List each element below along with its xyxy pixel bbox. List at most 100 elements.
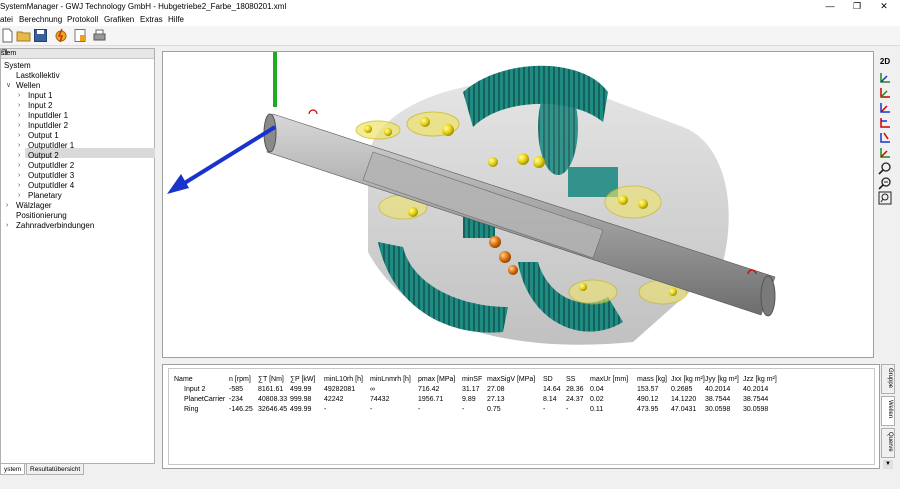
table-cell: Ring	[184, 405, 199, 413]
column-header[interactable]: pmax [MPa]	[418, 374, 462, 384]
tree-expander-icon[interactable]: ›	[18, 191, 20, 201]
tree-expander-icon[interactable]: ›	[18, 151, 20, 161]
zoom-out-icon[interactable]	[878, 176, 892, 190]
bearing-4	[604, 185, 662, 219]
column-header[interactable]: Name	[174, 374, 229, 384]
save-icon[interactable]	[33, 28, 48, 43]
column-header[interactable]: minLnmrh [h]	[370, 374, 418, 384]
title-bar: SystemManager - GWJ Technology GmbH - Hu…	[0, 0, 900, 14]
tree-item[interactable]: OutputIdler 4	[28, 181, 74, 191]
system-tree-panel: stem ❐ System Lastkollektiv ∨ Wellen › Input …	[0, 48, 155, 464]
table-cell: 499.99	[290, 405, 312, 413]
column-header[interactable]: SS	[566, 374, 590, 384]
table-cell: 716.42	[418, 385, 440, 393]
side-tabs-scroll-down-icon[interactable]: ▼	[883, 460, 893, 469]
side-tab-gruppe[interactable]: Gruppe	[881, 364, 895, 394]
table-row[interactable]: PlanetCarrier -234 40808.33 999.98 42242 7443…	[174, 394, 781, 404]
minimize-button[interactable]: —	[815, 0, 845, 14]
column-header[interactable]: minSF	[462, 374, 487, 384]
column-header[interactable]: SD	[543, 374, 566, 384]
menu-grafiken[interactable]: Grafiken	[104, 15, 134, 24]
tree-expander-icon[interactable]: ›	[18, 101, 20, 111]
table-row[interactable]: Input 2 -585 8161.61 499.99 49282081 ∞ 716.42 3…	[174, 384, 781, 394]
maximize-button[interactable]: ❐	[842, 0, 872, 14]
tree-item[interactable]: Output 2	[28, 151, 59, 161]
view-iso-icon[interactable]	[878, 130, 892, 144]
open-folder-icon[interactable]	[16, 28, 31, 43]
tree-expander-icon[interactable]: ›	[18, 141, 20, 151]
toolbar	[0, 26, 900, 46]
tree-item[interactable]: OutputIdler 1	[28, 141, 74, 151]
side-tab-querve[interactable]: Querve	[881, 428, 895, 458]
tree-item[interactable]: Wälzlager	[16, 201, 52, 211]
calculate-icon[interactable]	[54, 28, 69, 43]
column-header[interactable]: Jzz [kg m²]	[743, 374, 781, 384]
tree-item[interactable]: InputIdler 2	[28, 121, 68, 131]
view-2d-button[interactable]: 2D	[878, 55, 892, 69]
table-cell: 38.7544	[743, 395, 769, 403]
menu-protokoll[interactable]: Protokoll	[67, 15, 98, 24]
zoom-icon[interactable]	[878, 161, 892, 175]
menu-extras[interactable]: Extras	[140, 15, 163, 24]
tree-expander-icon[interactable]: ∨	[6, 81, 11, 91]
table-cell: -	[324, 405, 327, 413]
3d-viewport[interactable]	[162, 51, 874, 358]
tree-expander-icon[interactable]: ›	[18, 161, 20, 171]
tree-item[interactable]: System	[4, 61, 31, 71]
tree-item[interactable]: Wellen	[16, 81, 40, 91]
column-header[interactable]: mass [kg]	[637, 374, 671, 384]
report-icon[interactable]	[73, 28, 88, 43]
view-front-icon[interactable]	[878, 70, 892, 84]
view-back-icon[interactable]	[878, 115, 892, 129]
view-top-icon[interactable]	[878, 100, 892, 114]
column-header[interactable]: n [rpm]	[229, 374, 258, 384]
tree-expander-icon[interactable]: ›	[18, 131, 20, 141]
tree-item[interactable]: Input 2	[28, 101, 52, 111]
tree-item[interactable]: InputIdler 1	[28, 111, 68, 121]
view-bottom-icon[interactable]	[878, 145, 892, 159]
tree-item[interactable]: Input 1	[28, 91, 52, 101]
column-header[interactable]: maxSigV [MPa]	[487, 374, 543, 384]
tab-system[interactable]: ystem	[0, 464, 26, 475]
tree-expander-icon[interactable]: ›	[18, 171, 20, 181]
table-cell: 31.17	[462, 385, 480, 393]
tree-expander-icon[interactable]: ›	[6, 221, 8, 231]
menu-berechnung[interactable]: Berechnung	[19, 15, 62, 24]
zoom-fit-icon[interactable]	[878, 191, 892, 205]
tree-expander-icon[interactable]: ›	[6, 201, 8, 211]
tree-item[interactable]: Output 1	[28, 131, 59, 141]
column-header[interactable]: ∑P [kW]	[290, 374, 324, 384]
tree-expander-icon[interactable]: ›	[18, 91, 20, 101]
float-panel-icon[interactable]: ❐	[1, 49, 151, 57]
side-tab-wellen[interactable]: Wellen	[881, 396, 895, 426]
tree-expander-icon[interactable]: ›	[18, 181, 20, 191]
tree-item[interactable]: Planetary	[28, 191, 62, 201]
tree-item[interactable]: Zahnradverbindungen	[16, 221, 94, 231]
tab-resultatuebersicht[interactable]: Resultatübersicht	[26, 464, 85, 475]
tree-item[interactable]: OutputIdler 2	[28, 161, 74, 171]
new-file-icon[interactable]	[0, 28, 15, 43]
tree-expander-icon[interactable]: ›	[18, 111, 20, 121]
table-cell: -	[370, 405, 373, 413]
column-header[interactable]: maxUr [mm]	[590, 374, 637, 384]
table-cell: 40.2014	[743, 385, 769, 393]
bearing-5	[568, 279, 618, 305]
view-side-icon[interactable]	[878, 85, 892, 99]
print-icon[interactable]	[92, 28, 107, 43]
table-cell: -234	[229, 395, 244, 403]
table-row[interactable]: Ring -146.25 32646.45 499.99 - - - - 0.75 - - 0.11 4…	[174, 404, 781, 414]
table-cell: 0.11	[590, 405, 604, 413]
tree-item[interactable]: OutputIdler 3	[28, 171, 74, 181]
column-header[interactable]: Jxx [kg m²]	[671, 374, 705, 384]
tree-expander-icon[interactable]: ›	[18, 121, 20, 131]
menu-bar: atei Berechnung Protokoll Grafiken Extra…	[0, 14, 900, 26]
column-header[interactable]: Jyy [kg m²]	[705, 374, 743, 384]
column-header[interactable]: ∑T [Nm]	[258, 374, 290, 384]
menu-hilfe[interactable]: Hilfe	[168, 15, 184, 24]
tree-item[interactable]: Positionierung	[16, 211, 67, 221]
table-cell: 1956.71	[418, 395, 444, 403]
tree-item[interactable]: Lastkollektiv	[16, 71, 60, 81]
column-header[interactable]: minL10rh [h]	[324, 374, 370, 384]
menu-datei[interactable]: atei	[0, 15, 13, 24]
close-button[interactable]: ✕	[869, 0, 899, 14]
